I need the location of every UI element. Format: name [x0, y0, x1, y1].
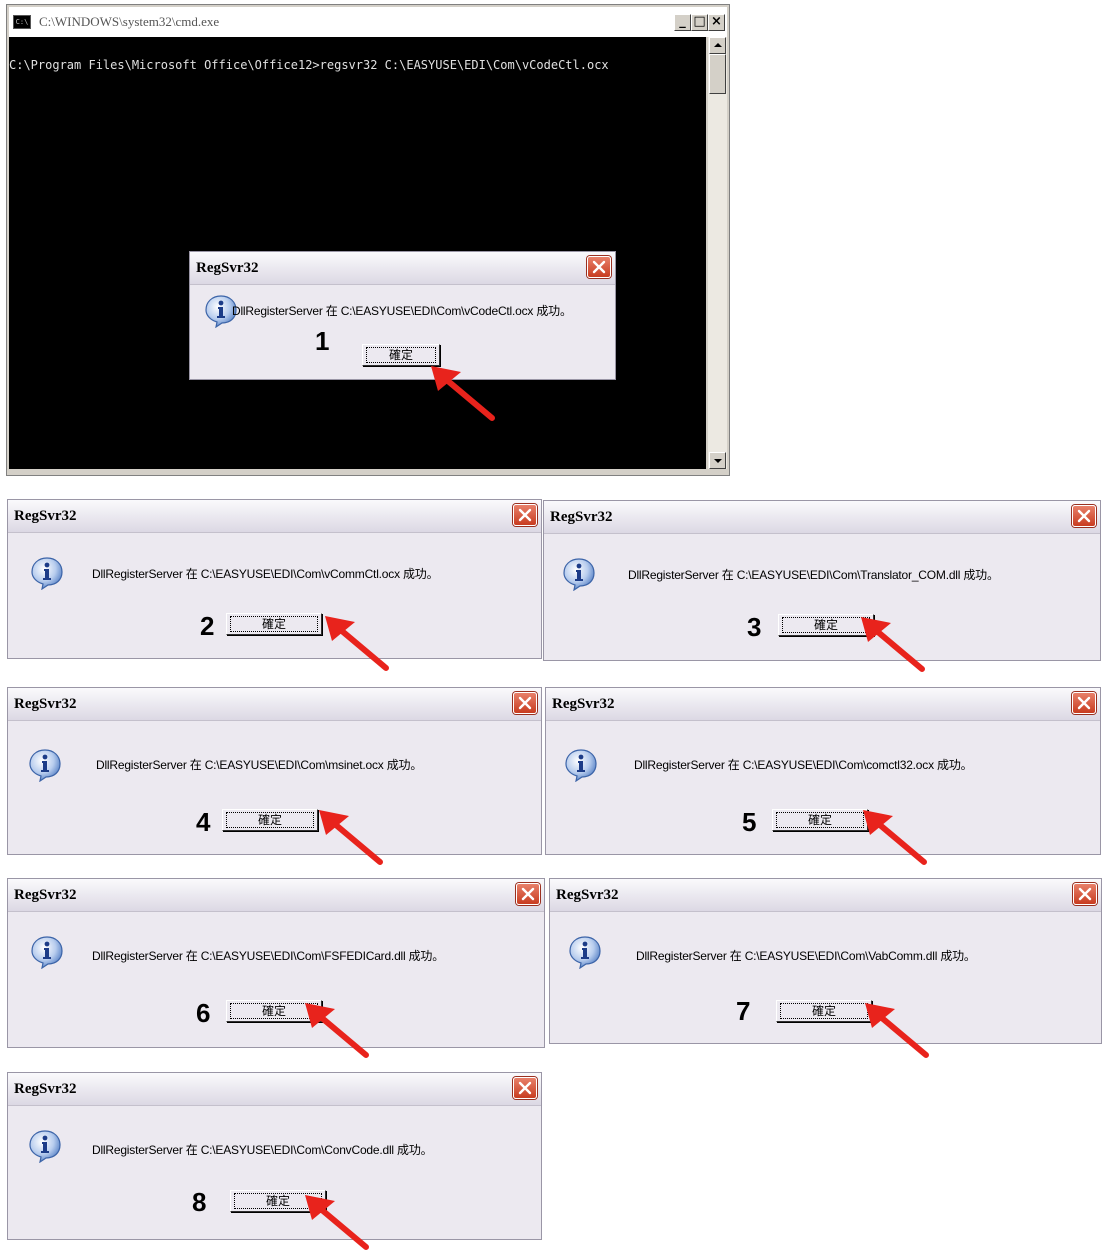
step-number: 1 [315, 326, 330, 356]
close-icon[interactable] [587, 256, 611, 278]
dialog-titlebar[interactable]: RegSvr32 [546, 688, 1100, 721]
scroll-up-button[interactable] [709, 37, 726, 54]
cmd-titlebar[interactable]: C:\ C:\WINDOWS\system32\cmd.exe _ □ × [9, 7, 727, 37]
info-icon [29, 1130, 61, 1163]
regsvr32-dialog-5: RegSvr32 DllRegisterServer 在 C:\EASYUSE\… [545, 687, 1101, 865]
ok-button[interactable]: 確定 [222, 809, 318, 831]
ok-button[interactable]: 確定 [772, 809, 868, 831]
dialog-title: RegSvr32 [196, 259, 259, 276]
red-arrow-icon [319, 810, 383, 865]
dialog-title: RegSvr32 [14, 507, 77, 524]
info-icon [29, 749, 61, 782]
dialog-titlebar[interactable]: RegSvr32 [8, 500, 541, 533]
dialog-message: DllRegisterServer 在 C:\EASYUSE\EDI\Com\v… [232, 304, 572, 318]
cmd-window: C:\ C:\WINDOWS\system32\cmd.exe _ □ × C:… [6, 4, 730, 476]
red-arrow-icon [305, 1003, 369, 1058]
dialog-titlebar[interactable]: RegSvr32 [544, 501, 1100, 534]
close-icon[interactable] [1073, 883, 1097, 905]
regsvr32-dialog-6: RegSvr32 DllRegisterServer 在 C:\EASYUSE\… [7, 878, 545, 1058]
dialog-title: RegSvr32 [14, 886, 77, 903]
close-button[interactable]: × [708, 13, 725, 31]
dialog-titlebar[interactable]: RegSvr32 [190, 252, 615, 285]
red-arrow-icon [305, 1195, 369, 1250]
close-icon[interactable] [513, 1077, 537, 1099]
regsvr32-dialog-4: RegSvr32 DllRegisterServer 在 C:\EASYUSE\… [7, 687, 542, 865]
red-arrow-icon [863, 810, 927, 865]
close-icon[interactable] [1072, 692, 1096, 714]
ok-button-label: 確定 [230, 616, 318, 632]
dialog-title: RegSvr32 [14, 695, 77, 712]
info-icon [565, 749, 597, 782]
info-icon [31, 557, 63, 590]
ok-button-label: 確定 [780, 1003, 868, 1019]
dialog-message: DllRegisterServer 在 C:\EASYUSE\EDI\Com\V… [636, 949, 976, 963]
info-icon [31, 936, 63, 969]
step-number: 2 [200, 611, 215, 641]
ok-button-label: 確定 [782, 617, 870, 633]
cmd-app-icon[interactable]: C:\ [13, 15, 31, 29]
dialog-titlebar[interactable]: RegSvr32 [8, 879, 544, 912]
step-number: 7 [736, 996, 751, 1026]
dialog-title: RegSvr32 [14, 1080, 77, 1097]
minimize-button[interactable]: _ [674, 13, 691, 31]
console-command-line: C:\Program Files\Microsoft Office\Office… [9, 58, 609, 72]
dialog-message: DllRegisterServer 在 C:\EASYUSE\EDI\Com\C… [92, 1143, 433, 1157]
ok-button-label: 確定 [366, 347, 436, 363]
regsvr32-dialog-2: RegSvr32 DllRegisterServer 在 C:\EASYUSE\… [7, 499, 542, 671]
dialog-titlebar[interactable]: RegSvr32 [8, 1073, 541, 1106]
info-icon [569, 936, 601, 969]
regsvr32-dialog-3: RegSvr32 DllRegisterServer 在 C:\EASYUSE\… [543, 500, 1101, 672]
step-number: 6 [196, 998, 211, 1028]
dialog-title: RegSvr32 [556, 886, 619, 903]
regsvr32-dialog-7: RegSvr32 DllRegisterServer 在 C:\EASYUSE\… [549, 878, 1102, 1058]
cmd-window-title: C:\WINDOWS\system32\cmd.exe [39, 14, 220, 29]
dialog-message: DllRegisterServer 在 C:\EASYUSE\EDI\Com\m… [96, 758, 423, 772]
ok-button-label: 確定 [776, 812, 864, 828]
red-arrow-icon [861, 617, 925, 672]
dialog-title: RegSvr32 [552, 695, 615, 712]
ok-button[interactable]: 確定 [226, 613, 322, 635]
dialog-message: DllRegisterServer 在 C:\EASYUSE\EDI\Com\T… [628, 568, 999, 582]
step-number: 3 [747, 612, 762, 642]
maximize-button[interactable]: □ [691, 13, 708, 31]
red-arrow-icon [325, 616, 389, 671]
regsvr32-dialog-1: RegSvr32 DllRegisterServer 在 C:\EASYUSE\… [189, 251, 616, 421]
dialog-message: DllRegisterServer 在 C:\EASYUSE\EDI\Com\c… [634, 758, 973, 772]
scroll-down-button[interactable] [709, 452, 726, 469]
vertical-scrollbar[interactable] [708, 37, 727, 469]
dialog-message: DllRegisterServer 在 C:\EASYUSE\EDI\Com\v… [92, 567, 439, 581]
red-arrow-icon [865, 1003, 929, 1058]
red-arrow-icon [431, 366, 495, 421]
info-icon [563, 558, 595, 591]
dialog-title: RegSvr32 [550, 508, 613, 525]
scroll-thumb[interactable] [709, 54, 726, 94]
step-number: 4 [196, 807, 211, 837]
close-icon[interactable] [513, 692, 537, 714]
ok-button[interactable]: 確定 [776, 1000, 872, 1022]
regsvr32-dialog-8: RegSvr32 DllRegisterServer 在 C:\EASYUSE\… [7, 1072, 542, 1250]
close-icon[interactable] [513, 504, 537, 526]
step-number: 8 [192, 1187, 207, 1217]
close-icon[interactable] [1072, 505, 1096, 527]
ok-button-label: 確定 [226, 812, 314, 828]
dialog-titlebar[interactable]: RegSvr32 [8, 688, 541, 721]
dialog-titlebar[interactable]: RegSvr32 [550, 879, 1101, 912]
dialog-message: DllRegisterServer 在 C:\EASYUSE\EDI\Com\F… [92, 949, 445, 963]
step-number: 5 [742, 807, 757, 837]
close-icon[interactable] [516, 883, 540, 905]
